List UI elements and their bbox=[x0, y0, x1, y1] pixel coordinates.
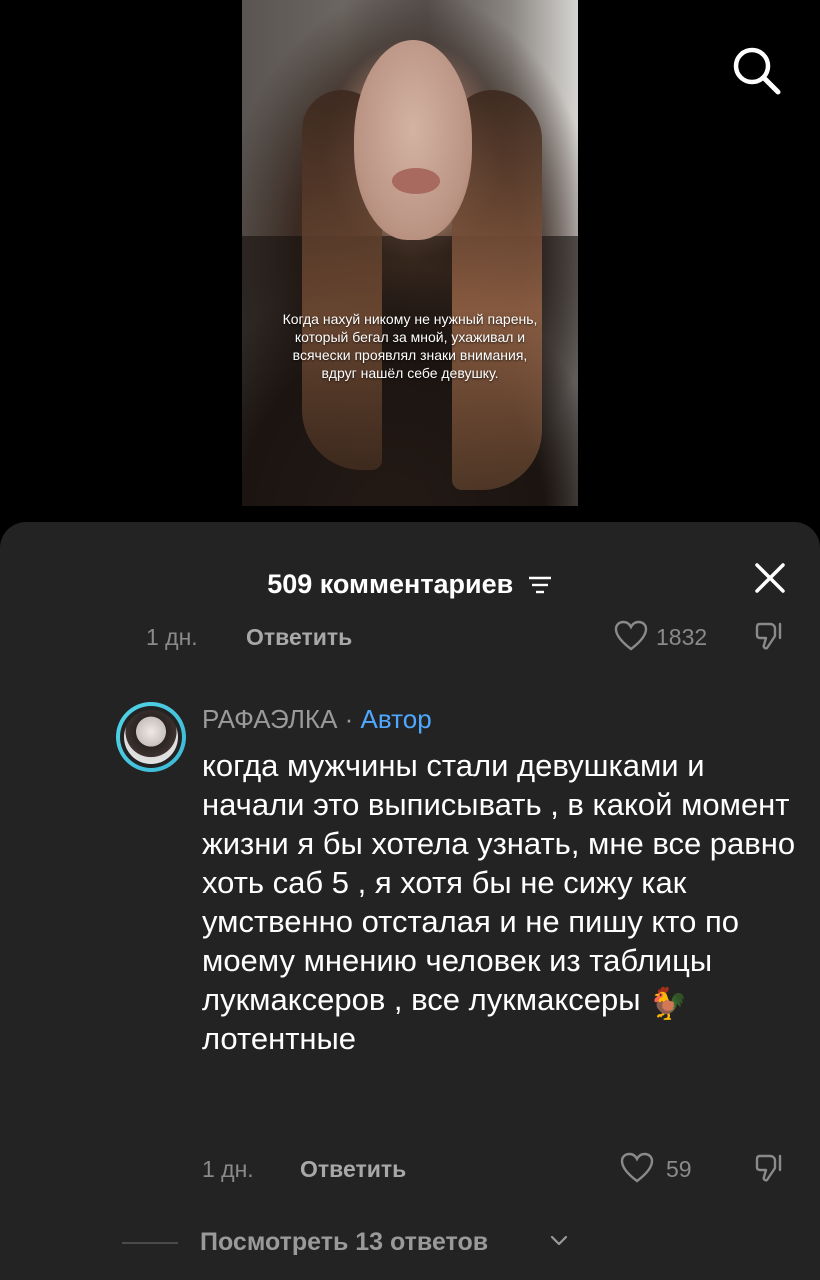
comment-text: когда мужчины стали девушками и начали э… bbox=[202, 746, 802, 1058]
replies-divider-line bbox=[122, 1242, 178, 1244]
screen: Когда нахуй никому не нужный парень, кот… bbox=[0, 0, 820, 1280]
comment-likes: 59 bbox=[666, 1156, 692, 1182]
prev-comment-likes: 1832 bbox=[656, 624, 708, 650]
search-icon[interactable] bbox=[730, 44, 782, 96]
view-replies-label: Посмотреть 13 ответов bbox=[200, 1228, 489, 1256]
comment-actions: 1 дн. Ответить 59 bbox=[0, 1152, 820, 1188]
comments-sheet: 509 комментариев 1 дн. Ответить 1832 РАФ… bbox=[0, 522, 820, 1280]
heart-icon[interactable] bbox=[620, 1152, 654, 1184]
comment-time: 1 дн. bbox=[202, 1156, 254, 1182]
comment-author[interactable]: РАФАЭЛКА bbox=[202, 704, 337, 734]
chevron-down-icon bbox=[550, 1235, 568, 1246]
author-badge: Автор bbox=[360, 704, 432, 734]
prev-comment-reply-button[interactable]: Ответить bbox=[246, 624, 352, 651]
view-replies-button[interactable]: Посмотреть 13 ответов bbox=[122, 1224, 820, 1264]
video-frame-face bbox=[354, 40, 472, 240]
avatar[interactable] bbox=[116, 702, 186, 772]
video-player[interactable]: Когда нахуй никому не нужный парень, кот… bbox=[242, 0, 578, 506]
comment-header: РАФАЭЛКА · Автор bbox=[202, 704, 432, 735]
comment-text-end: лотентные bbox=[202, 1021, 357, 1056]
dislike-icon[interactable] bbox=[754, 1152, 788, 1186]
avatar-ring-inner bbox=[120, 706, 182, 768]
avatar-photo bbox=[124, 710, 178, 764]
video-caption: Когда нахуй никому не нужный парень, кот… bbox=[282, 311, 538, 381]
video-frame-lips bbox=[392, 168, 440, 194]
dislike-icon[interactable] bbox=[754, 620, 788, 654]
filter-icon[interactable] bbox=[527, 574, 553, 596]
close-icon[interactable] bbox=[752, 560, 788, 596]
rooster-emoji-icon: 🐓 bbox=[649, 986, 688, 1021]
comments-header: 509 комментариев bbox=[0, 568, 820, 600]
prev-comment-actions: 1 дн. Ответить 1832 bbox=[0, 620, 820, 656]
comments-count-title: 509 комментариев bbox=[267, 569, 514, 600]
comment-reply-button[interactable]: Ответить bbox=[300, 1156, 406, 1183]
heart-icon[interactable] bbox=[614, 620, 648, 652]
comment-text-main: когда мужчины стали девушками и начали э… bbox=[202, 748, 796, 1017]
comment-separator: · bbox=[337, 704, 361, 734]
prev-comment-time: 1 дн. bbox=[146, 624, 198, 650]
